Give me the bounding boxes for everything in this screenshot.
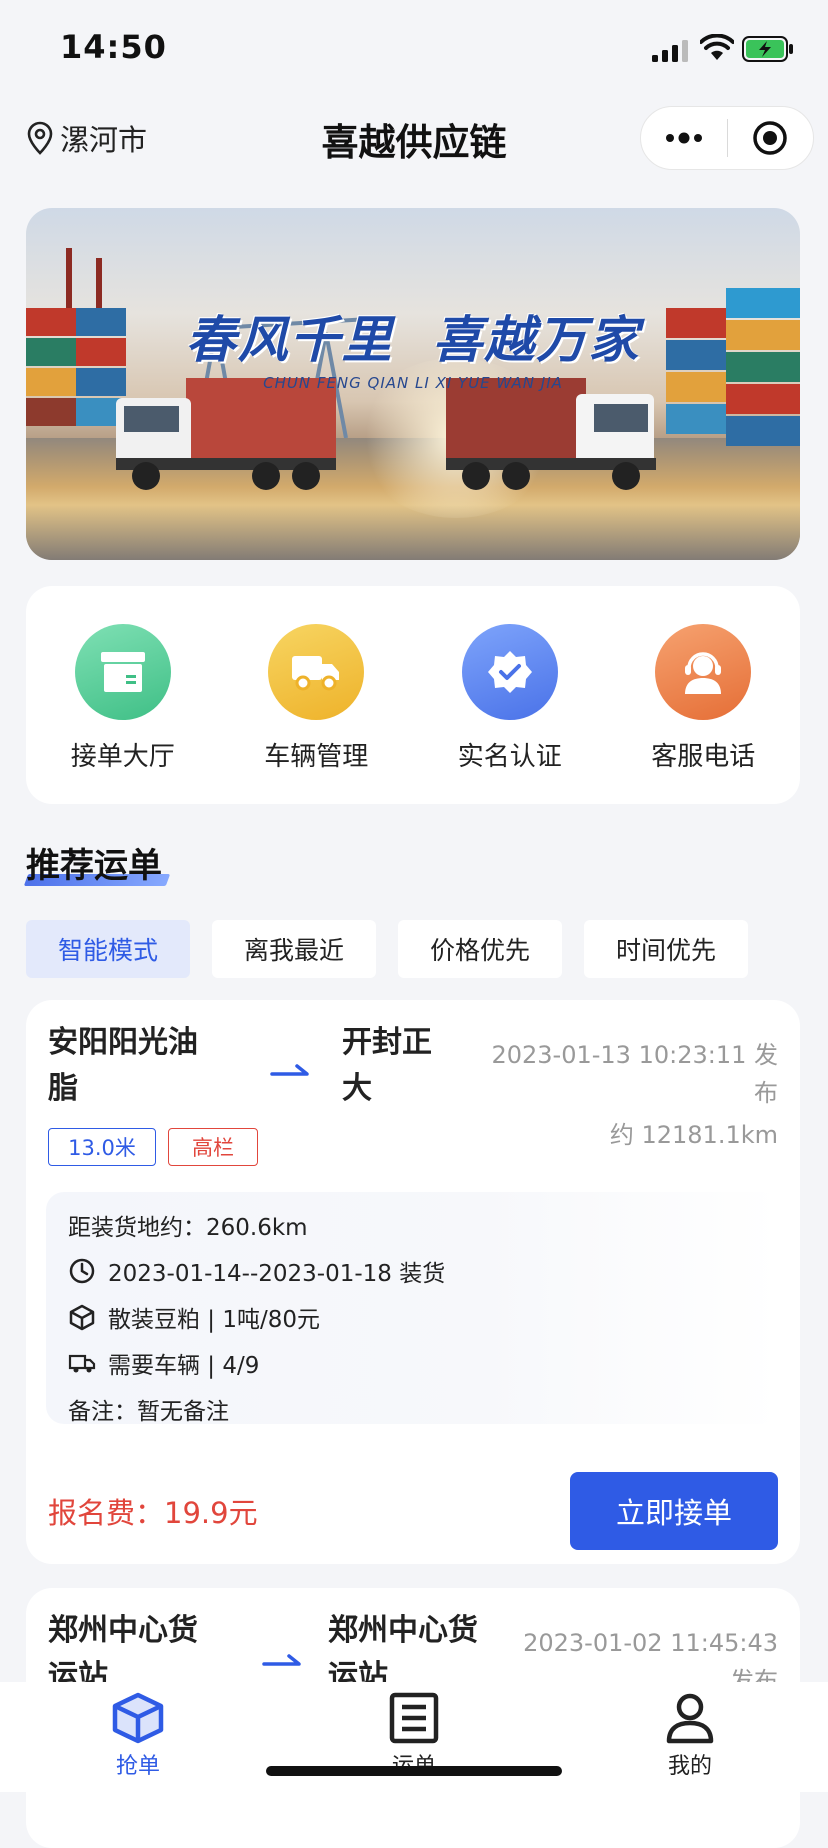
route-arrow-icon [270, 1064, 309, 1076]
published-line: 2023-01-13 10:23:11 发 [491, 1041, 778, 1069]
vehicles-text: 需要车辆 | 4/9 [108, 1353, 260, 1379]
accept-order-button[interactable]: 立即接单 [570, 1472, 778, 1550]
truck-small-icon [68, 1354, 96, 1373]
order-origin-line: 脂 [48, 1071, 78, 1106]
registration-fee: 报名费：19.9元 [48, 1496, 258, 1530]
more-button[interactable] [641, 107, 727, 169]
order-origin-line: 安阳阳光油 [48, 1025, 198, 1060]
menu-real-name-verification[interactable]: 实名认证 [430, 624, 590, 773]
close-mini-program-button[interactable] [728, 107, 814, 169]
target-close-icon [753, 121, 787, 155]
route-arrow-icon [262, 1654, 301, 1666]
document-list-icon [389, 1692, 439, 1744]
order-destination-line: 开封正 [342, 1025, 432, 1060]
published-line: 布 [754, 1079, 778, 1107]
more-dots-icon [665, 132, 702, 144]
menu-vehicle-management[interactable]: 车辆管理 [236, 624, 396, 773]
order-destination-line: 大 [342, 1071, 372, 1106]
user-icon [666, 1693, 714, 1744]
menu-label: 实名认证 [457, 742, 562, 772]
clock-icon [69, 1258, 95, 1284]
order-published-time: 2023-01-13 10:23:11 发 布 约 12181.1km [491, 1036, 778, 1154]
battery-charging-icon [742, 36, 793, 62]
banner-subtitle: CHUN FENG QIAN LI XI YUE WAN JIA [263, 374, 563, 392]
banner-headline: 春风千里 喜越万家 [185, 311, 641, 369]
wifi-icon [700, 34, 734, 60]
filter-price-first[interactable]: 价格优先 [398, 920, 562, 978]
order-destination: 开封正 大 [342, 1020, 452, 1112]
order-origin: 安阳阳光油 脂 [48, 1020, 228, 1112]
mini-program-capsule [640, 106, 814, 170]
menu-customer-service[interactable]: 客服电话 [623, 624, 783, 773]
filter-tabs: 智能模式 离我最近 价格优先 时间优先 [26, 920, 748, 978]
menu-label: 车辆管理 [264, 742, 369, 772]
status-time: 14:50 [60, 28, 167, 66]
tab-mine[interactable]: 我的 [590, 1682, 790, 1792]
filter-nearest[interactable]: 离我最近 [212, 920, 376, 978]
vehicles-row: 需要车辆 | 4/9 [68, 1340, 259, 1386]
menu-label: 接单大厅 [70, 742, 175, 772]
load-time-text: 2023-01-14--2023-01-18 装货 [108, 1261, 446, 1287]
tag-vehicle-length: 13.0米 [48, 1128, 156, 1166]
order-destination-line: 郑州中心货 [328, 1613, 478, 1648]
filter-smart-mode[interactable]: 智能模式 [26, 920, 190, 978]
menu-label: 客服电话 [651, 742, 756, 772]
order-detail-panel: 距装货地约：260.6km 2023-01-14--2023-01-18 装货 … [46, 1192, 780, 1425]
pickup-distance: 距装货地约：260.6km [68, 1202, 308, 1248]
pickup-distance-text: 距装货地约：260.6km [68, 1215, 308, 1241]
package-icon [74, 624, 171, 720]
cargo-box-icon [69, 1304, 95, 1331]
order-distance: 约 12181.1km [609, 1121, 778, 1149]
menu-order-hall[interactable]: 接单大厅 [43, 624, 203, 773]
remark-text: 备注：暂无备注 [68, 1399, 229, 1425]
customer-service-icon [655, 624, 752, 720]
cube-icon [112, 1692, 164, 1744]
order-origin-line: 郑州中心货 [48, 1613, 198, 1648]
tab-label: 抢单 [115, 1754, 160, 1779]
published-line: 2023-01-02 11:45:43 [523, 1629, 778, 1657]
tag-vehicle-type: 高栏 [168, 1128, 258, 1166]
truck-icon [268, 624, 365, 720]
load-time-row: 2023-01-14--2023-01-18 装货 [68, 1248, 445, 1294]
home-indicator [266, 1766, 562, 1776]
tab-grab-orders[interactable]: 抢单 [38, 1682, 238, 1792]
cargo-text: 散装豆粕 | 1吨/80元 [108, 1307, 321, 1333]
cellular-signal-icon [652, 40, 688, 62]
remark-row: 备注：暂无备注 [68, 1386, 229, 1432]
verified-badge-icon [461, 624, 558, 720]
order-card[interactable]: 安阳阳光油 脂 开封正 大 2023-01-13 10:23:11 发 布 约 … [26, 1000, 800, 1564]
promo-banner[interactable]: 春风千里 喜越万家 CHUN FENG QIAN LI XI YUE WAN J… [26, 208, 800, 560]
tab-label: 我的 [667, 1754, 712, 1779]
quick-menu: 接单大厅 车辆管理 实名认证 客服电话 [26, 586, 800, 804]
cargo-row: 散装豆粕 | 1吨/80元 [68, 1294, 320, 1340]
status-bar: 14:50 [0, 0, 828, 100]
filter-time-first[interactable]: 时间优先 [584, 920, 748, 978]
section-title: 推荐运单 [26, 846, 162, 886]
